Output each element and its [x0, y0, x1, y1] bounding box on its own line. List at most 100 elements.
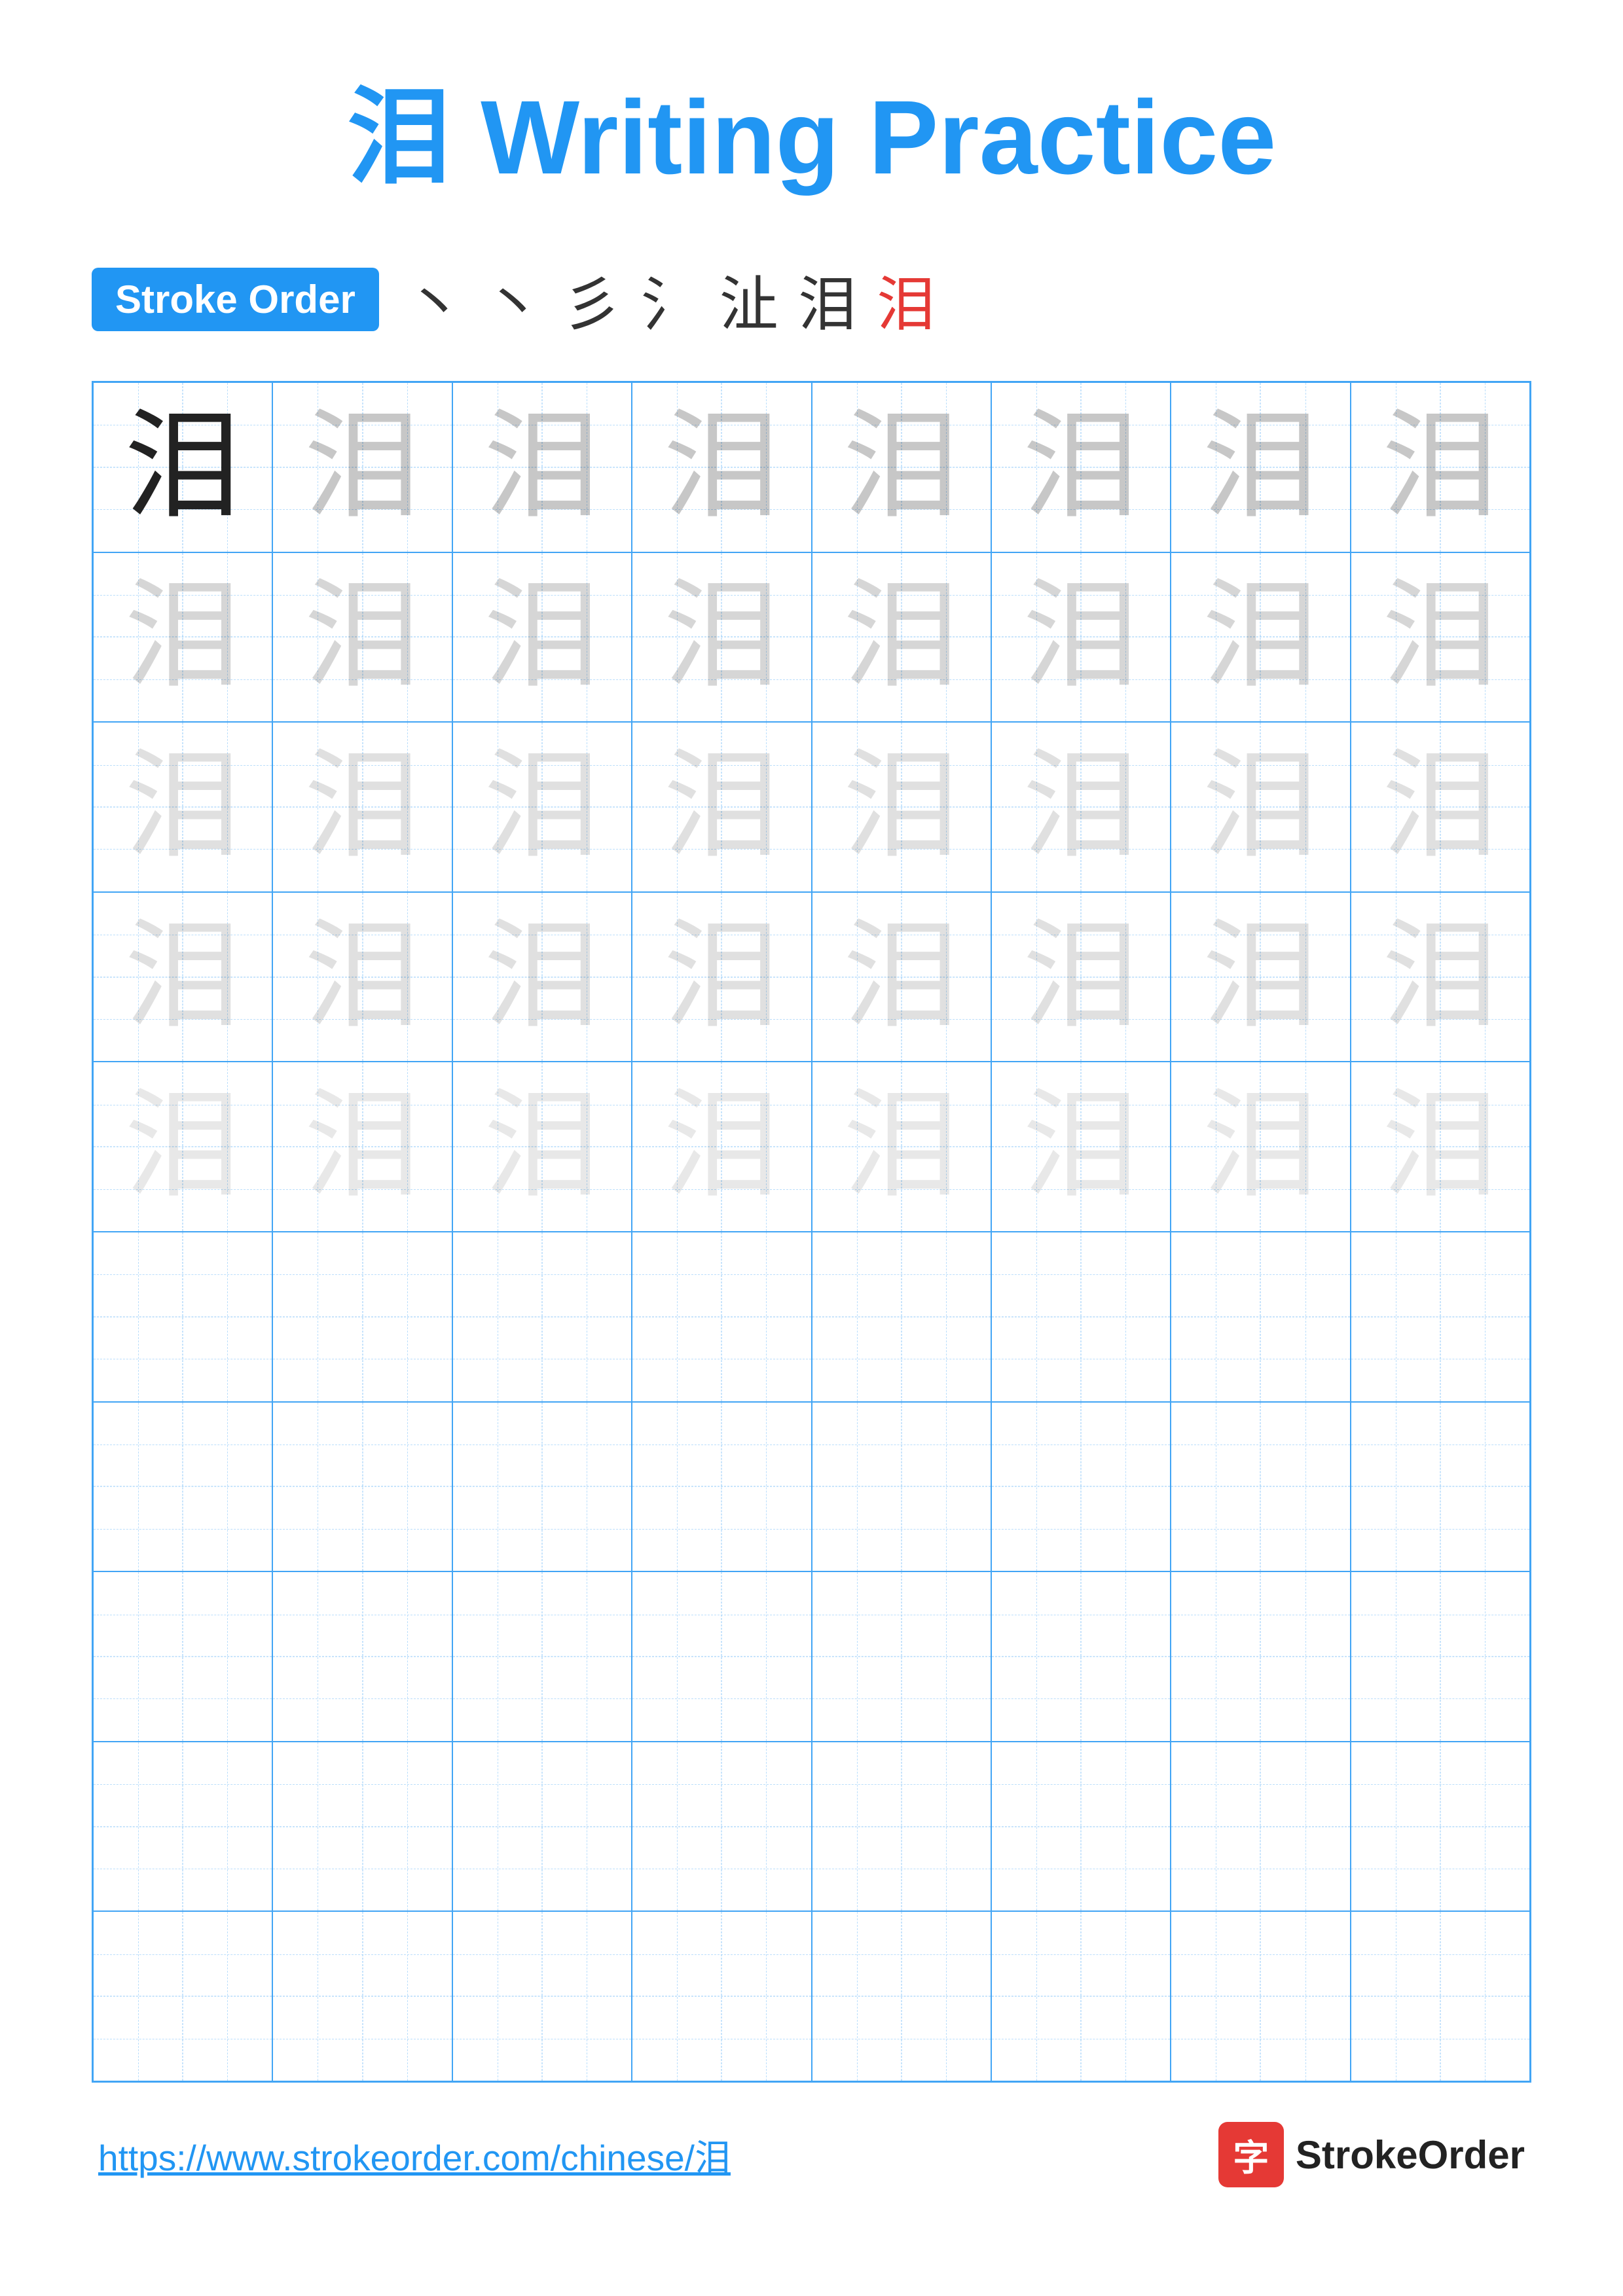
char-r2-c8: 泪 — [1381, 578, 1499, 696]
grid-cell-r1-c7[interactable]: 泪 — [1171, 382, 1350, 552]
grid-cell-r9-c6[interactable] — [991, 1742, 1171, 1912]
grid-cell-r8-c8[interactable] — [1351, 1571, 1530, 1742]
char-r2-c4: 泪 — [663, 578, 780, 696]
char-r1-c5: 泪 — [843, 408, 960, 526]
grid-cell-r1-c8[interactable]: 泪 — [1351, 382, 1530, 552]
char-r4-c5: 泪 — [843, 918, 960, 1036]
grid-cell-r6-c8[interactable] — [1351, 1232, 1530, 1402]
char-r3-c4: 泪 — [663, 748, 780, 866]
char-r5-c1: 泪 — [124, 1088, 242, 1206]
char-r3-c6: 泪 — [1022, 748, 1140, 866]
char-r3-c7: 泪 — [1201, 748, 1319, 866]
char-r1-c7: 泪 — [1201, 408, 1319, 526]
grid-cell-r3-c6[interactable]: 泪 — [991, 722, 1171, 892]
grid-cell-r10-c4[interactable] — [632, 1911, 811, 2081]
grid-cell-r5-c1[interactable]: 泪 — [93, 1062, 272, 1232]
grid-cell-r5-c7[interactable]: 泪 — [1171, 1062, 1350, 1232]
grid-cell-r3-c4[interactable]: 泪 — [632, 722, 811, 892]
grid-cell-r5-c2[interactable]: 泪 — [272, 1062, 452, 1232]
grid-cell-r10-c8[interactable] — [1351, 1911, 1530, 2081]
grid-cell-r10-c3[interactable] — [452, 1911, 632, 2081]
grid-cell-r9-c5[interactable] — [812, 1742, 991, 1912]
grid-cell-r3-c5[interactable]: 泪 — [812, 722, 991, 892]
stroke-4: 氵 — [641, 257, 700, 342]
grid-cell-r6-c2[interactable] — [272, 1232, 452, 1402]
grid-cell-r7-c6[interactable] — [991, 1402, 1171, 1572]
grid-cell-r6-c6[interactable] — [991, 1232, 1171, 1402]
grid-cell-r1-c1[interactable]: 泪 — [93, 382, 272, 552]
grid-cell-r4-c7[interactable]: 泪 — [1171, 892, 1350, 1062]
grid-cell-r3-c7[interactable]: 泪 — [1171, 722, 1350, 892]
grid-cell-r6-c5[interactable] — [812, 1232, 991, 1402]
grid-cell-r1-c5[interactable]: 泪 — [812, 382, 991, 552]
grid-cell-r1-c3[interactable]: 泪 — [452, 382, 632, 552]
grid-cell-r9-c3[interactable] — [452, 1742, 632, 1912]
char-r5-c7: 泪 — [1201, 1088, 1319, 1206]
grid-cell-r3-c2[interactable]: 泪 — [272, 722, 452, 892]
grid-cell-r2-c6[interactable]: 泪 — [991, 552, 1171, 723]
grid-cell-r6-c3[interactable] — [452, 1232, 632, 1402]
grid-cell-r8-c5[interactable] — [812, 1571, 991, 1742]
footer-url[interactable]: https://www.strokeorder.com/chinese/泪 — [98, 2128, 731, 2181]
grid-cell-r5-c8[interactable]: 泪 — [1351, 1062, 1530, 1232]
grid-cell-r7-c2[interactable] — [272, 1402, 452, 1572]
char-r5-c6: 泪 — [1022, 1088, 1140, 1206]
grid-cell-r8-c7[interactable] — [1171, 1571, 1350, 1742]
grid-cell-r2-c7[interactable]: 泪 — [1171, 552, 1350, 723]
grid-cell-r4-c1[interactable]: 泪 — [93, 892, 272, 1062]
grid-cell-r7-c1[interactable] — [93, 1402, 272, 1572]
grid-cell-r7-c7[interactable] — [1171, 1402, 1350, 1572]
grid-cell-r4-c3[interactable]: 泪 — [452, 892, 632, 1062]
grid-cell-r2-c4[interactable]: 泪 — [632, 552, 811, 723]
grid-cell-r10-c6[interactable] — [991, 1911, 1171, 2081]
grid-cell-r3-c8[interactable]: 泪 — [1351, 722, 1530, 892]
grid-cell-r4-c6[interactable]: 泪 — [991, 892, 1171, 1062]
grid-cell-r8-c2[interactable] — [272, 1571, 452, 1742]
grid-cell-r8-c6[interactable] — [991, 1571, 1171, 1742]
grid-cell-r9-c2[interactable] — [272, 1742, 452, 1912]
grid-cell-r8-c1[interactable] — [93, 1571, 272, 1742]
grid-cell-r4-c2[interactable]: 泪 — [272, 892, 452, 1062]
grid-cell-r7-c3[interactable] — [452, 1402, 632, 1572]
grid-cell-r9-c7[interactable] — [1171, 1742, 1350, 1912]
grid-cell-r10-c1[interactable] — [93, 1911, 272, 2081]
grid-cell-r9-c1[interactable] — [93, 1742, 272, 1912]
grid-cell-r1-c4[interactable]: 泪 — [632, 382, 811, 552]
grid-cell-r6-c1[interactable] — [93, 1232, 272, 1402]
grid-cell-r9-c8[interactable] — [1351, 1742, 1530, 1912]
char-r1-c3: 泪 — [483, 408, 601, 526]
strokeorder-logo-icon: 字 — [1218, 2122, 1284, 2187]
stroke-sequence: 丶 丶 彡 氵 沚 泪 泪 — [405, 257, 936, 342]
grid-cell-r5-c5[interactable]: 泪 — [812, 1062, 991, 1232]
grid-cell-r1-c6[interactable]: 泪 — [991, 382, 1171, 552]
grid-cell-r4-c4[interactable]: 泪 — [632, 892, 811, 1062]
grid-cell-r8-c4[interactable] — [632, 1571, 811, 1742]
grid-cell-r2-c5[interactable]: 泪 — [812, 552, 991, 723]
char-r2-c1: 泪 — [124, 578, 242, 696]
grid-cell-r2-c8[interactable]: 泪 — [1351, 552, 1530, 723]
grid-cell-r10-c5[interactable] — [812, 1911, 991, 2081]
grid-cell-r3-c3[interactable]: 泪 — [452, 722, 632, 892]
grid-cell-r10-c2[interactable] — [272, 1911, 452, 2081]
grid-cell-r2-c2[interactable]: 泪 — [272, 552, 452, 723]
char-r4-c6: 泪 — [1022, 918, 1140, 1036]
grid-cell-r9-c4[interactable] — [632, 1742, 811, 1912]
grid-cell-r2-c3[interactable]: 泪 — [452, 552, 632, 723]
grid-cell-r4-c8[interactable]: 泪 — [1351, 892, 1530, 1062]
grid-cell-r10-c7[interactable] — [1171, 1911, 1350, 2081]
grid-cell-r7-c4[interactable] — [632, 1402, 811, 1572]
char-r5-c3: 泪 — [483, 1088, 601, 1206]
grid-cell-r7-c5[interactable] — [812, 1402, 991, 1572]
grid-cell-r5-c6[interactable]: 泪 — [991, 1062, 1171, 1232]
title-chinese-char: 泪 — [347, 79, 481, 196]
grid-cell-r7-c8[interactable] — [1351, 1402, 1530, 1572]
grid-cell-r6-c4[interactable] — [632, 1232, 811, 1402]
grid-cell-r2-c1[interactable]: 泪 — [93, 552, 272, 723]
grid-cell-r5-c3[interactable]: 泪 — [452, 1062, 632, 1232]
grid-cell-r4-c5[interactable]: 泪 — [812, 892, 991, 1062]
grid-cell-r8-c3[interactable] — [452, 1571, 632, 1742]
grid-cell-r3-c1[interactable]: 泪 — [93, 722, 272, 892]
grid-cell-r6-c7[interactable] — [1171, 1232, 1350, 1402]
grid-cell-r1-c2[interactable]: 泪 — [272, 382, 452, 552]
grid-cell-r5-c4[interactable]: 泪 — [632, 1062, 811, 1232]
